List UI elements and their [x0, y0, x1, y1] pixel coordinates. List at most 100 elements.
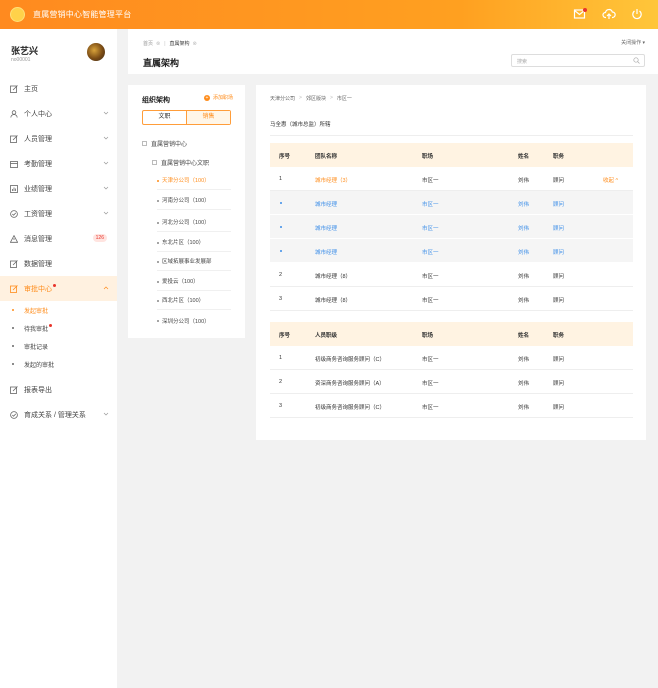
avatar[interactable]: [87, 43, 105, 61]
org-title: 组织架构: [142, 97, 170, 104]
sidebar-subitem-start-approval[interactable]: 发起审批: [0, 301, 117, 319]
sidebar-item-label: 工资管理: [24, 210, 52, 218]
sidebar-item-data[interactable]: 数据管理: [0, 251, 117, 276]
mail-icon[interactable]: [573, 7, 587, 21]
table-row[interactable]: 城市经理 市区一 刘伟 顾问: [270, 191, 633, 215]
power-icon[interactable]: [630, 7, 644, 21]
table-row[interactable]: 1 初级商务咨询服务顾问（C） 市区一 刘伟 顾问: [270, 346, 633, 370]
tree-node-child[interactable]: 直属营销中心文职: [152, 158, 209, 167]
sidebar-item-home[interactable]: 主页: [0, 76, 117, 101]
user-icon: [10, 109, 18, 118]
sidebar-item-approval[interactable]: 审批中心: [0, 276, 117, 301]
sidebar-item-staff[interactable]: 人员管理: [0, 126, 117, 151]
search-icon[interactable]: [633, 57, 640, 64]
team-table: 序号 团队名称 职场 姓名 职务 1 城市经理（3） 市区一 刘伟 顾问 收起 …: [270, 143, 633, 311]
message-count-badge: 126: [92, 234, 107, 242]
sidebar-item-export[interactable]: 报表导出: [0, 377, 117, 402]
chevron-down-icon: [103, 411, 109, 417]
sidebar-item-label: 主页: [24, 85, 38, 93]
table-header: 序号 团队名称 职场 姓名 职务: [270, 143, 633, 167]
tree-leaf[interactable]: 河南分公司（100）: [157, 191, 231, 210]
close-operations-dropdown[interactable]: 关闭操作 ▾: [621, 39, 645, 46]
app-title: 直属营销中心智能管理平台: [33, 10, 132, 19]
table-row[interactable]: 城市经理 市区一 刘伟 顾问: [270, 239, 633, 263]
top-bar: 直属营销中心智能管理平台: [0, 0, 658, 29]
org-path: 天津分公司 > 郊区版块 > 市区一: [270, 95, 352, 102]
sidebar-item-relations[interactable]: 育成关系 / 管理关系: [0, 402, 117, 427]
collapse-button[interactable]: 收起 ^: [603, 176, 618, 184]
table-row[interactable]: 2 城市经理（8） 市区一 刘伟 顾问: [270, 263, 633, 287]
chevron-down-icon: [103, 160, 109, 166]
sidebar: 张艺兴 no00001 主页 个人中心 人员管理 考勤管理 业绩管理 工资管理 …: [0, 29, 117, 688]
check-circle-icon: [10, 209, 18, 218]
tree-leaf[interactable]: 河北分公司（100）: [157, 213, 231, 232]
sidebar-item-label: 消息管理: [24, 235, 52, 243]
breadcrumb-current[interactable]: 直属架构: [170, 40, 190, 47]
sidebar-subitem-approval-records[interactable]: 审批记录: [0, 337, 117, 355]
table-row[interactable]: 1 城市经理（3） 市区一 刘伟 顾问 收起 ^: [270, 167, 633, 191]
sidebar-item-salary[interactable]: 工资管理: [0, 201, 117, 226]
table-row[interactable]: 城市经理 市区一 刘伟 顾问: [270, 215, 633, 239]
sidebar-subitem-pending-approval[interactable]: 待我审批: [0, 319, 117, 337]
sidebar-item-label: 育成关系 / 管理关系: [24, 411, 86, 419]
collapse-icon[interactable]: [142, 141, 147, 146]
tree-node-root[interactable]: 直属营销中心: [142, 139, 187, 148]
tab-sales[interactable]: 销售: [186, 111, 230, 124]
user-name: 张艺兴: [11, 46, 39, 56]
sidebar-item-messages[interactable]: 消息管理 126: [0, 226, 117, 251]
chart-icon: [10, 184, 18, 193]
chevron-up-icon: [103, 285, 109, 291]
calendar-icon: [10, 160, 18, 168]
table-row[interactable]: 3 城市经理（8） 市区一 刘伟 顾问: [270, 287, 633, 311]
breadcrumb-home[interactable]: 首页: [143, 40, 153, 47]
add-workplace-button[interactable]: + 添加职场: [203, 94, 233, 101]
page-header: 首页 ⊗ | 直属架构 ⊗ 直属架构 关闭操作 ▾ 搜索: [128, 29, 658, 74]
tree-leaf[interactable]: 深圳分公司（100）: [157, 311, 231, 330]
warning-icon: [10, 234, 18, 243]
plus-icon: +: [203, 94, 210, 101]
chevron-down-icon: [103, 135, 109, 141]
table-row[interactable]: 2 资深商务咨询服务顾问（A） 市区一 刘伟 顾问: [270, 370, 633, 394]
close-icon[interactable]: ⊗: [156, 41, 160, 47]
tree-leaf[interactable]: 天津分公司（100）: [157, 171, 231, 190]
tab-clerical[interactable]: 文职: [143, 111, 186, 124]
doc-icon: [10, 284, 18, 293]
chevron-down-icon: [103, 185, 109, 191]
breadcrumb: 首页 ⊗ | 直属架构 ⊗: [143, 40, 197, 48]
tree-leaf[interactable]: 西北片区（100）: [157, 291, 231, 310]
chevron-down-icon: [103, 110, 109, 116]
unread-dot: [583, 8, 587, 12]
edit-icon: [10, 259, 18, 268]
tree-leaf[interactable]: 东北片区（100）: [157, 233, 231, 252]
org-structure-panel: 组织架构 + 添加职场 文职 销售 直属营销中心 直属营销中心文职 天津分公司（…: [128, 85, 245, 338]
check-circle-icon: [10, 410, 18, 419]
table-header: 序号 人员职级 职场 姓名 职务: [270, 322, 633, 346]
edit-icon: [10, 84, 18, 93]
staff-table: 序号 人员职级 职场 姓名 职务 1 初级商务咨询服务顾问（C） 市区一 刘伟 …: [270, 322, 633, 418]
sidebar-item-label: 数据管理: [24, 260, 52, 268]
collapse-icon[interactable]: [152, 160, 157, 165]
tree-leaf[interactable]: 爱投云（100）: [157, 272, 231, 291]
sidebar-nav: 主页 个人中心 人员管理 考勤管理 业绩管理 工资管理 消息管理 126 数据管…: [0, 76, 117, 427]
tree-leaf[interactable]: 区域拓展事业发展部: [157, 252, 231, 271]
sidebar-item-performance[interactable]: 业绩管理: [0, 176, 117, 201]
close-icon[interactable]: ⊗: [193, 41, 197, 47]
sidebar-item-label: 业绩管理: [24, 185, 52, 193]
sidebar-item-personal[interactable]: 个人中心: [0, 101, 117, 126]
sidebar-subitem-my-approvals[interactable]: 发起的审批: [0, 355, 117, 373]
user-id: no00001: [11, 57, 31, 63]
table-row[interactable]: 3 初级商务咨询服务顾问（C） 市区一 刘伟 顾问: [270, 394, 633, 418]
sidebar-item-label: 报表导出: [24, 386, 52, 394]
search-input[interactable]: 搜索: [511, 54, 645, 67]
leader-label: 马全惠（城市总监）所辖: [270, 122, 331, 128]
sidebar-item-attendance[interactable]: 考勤管理: [0, 151, 117, 176]
sidebar-item-label: 审批中心: [24, 285, 52, 293]
cloud-upload-icon[interactable]: [602, 7, 616, 21]
edit-icon: [10, 134, 18, 143]
page-title: 直属架构: [143, 58, 180, 68]
sidebar-item-label: 个人中心: [24, 110, 52, 118]
chevron-down-icon: [103, 210, 109, 216]
org-type-tabs: 文职 销售: [142, 110, 231, 125]
notification-dot: [53, 284, 56, 287]
logo: [10, 7, 25, 22]
